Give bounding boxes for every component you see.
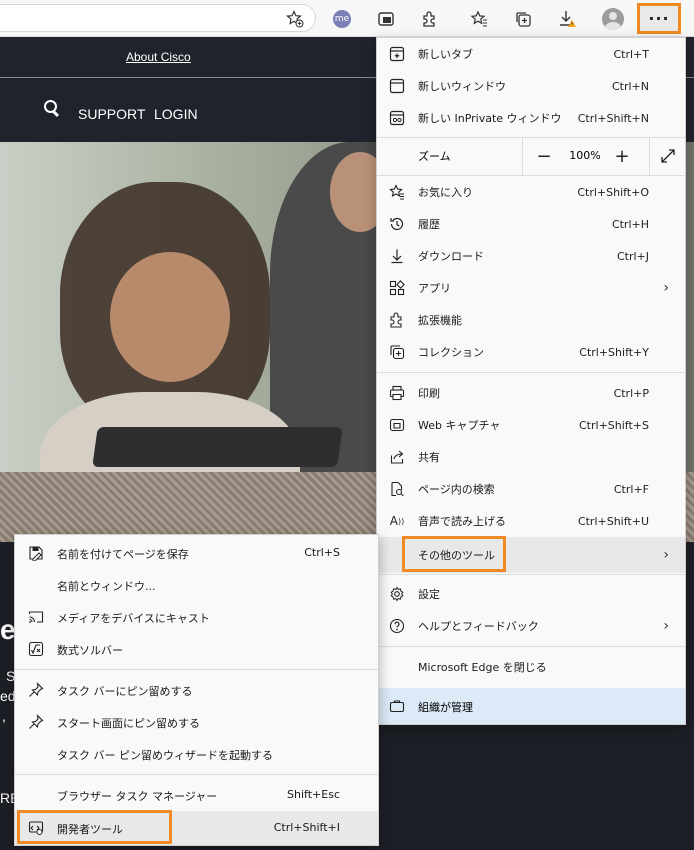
menu-item-share[interactable]: 共有 bbox=[377, 441, 685, 473]
extensions-icon bbox=[388, 311, 406, 329]
extensions-icon[interactable] bbox=[417, 6, 443, 32]
fullscreen-icon bbox=[661, 149, 675, 163]
new-window-icon bbox=[388, 77, 406, 95]
zoom-level: 100% bbox=[569, 149, 601, 162]
developer-tools-highlight bbox=[17, 810, 172, 844]
me-badge: me bbox=[333, 10, 351, 28]
pin-icon bbox=[27, 681, 45, 699]
apps-icon bbox=[388, 279, 406, 297]
chevron-right-icon: › bbox=[663, 280, 669, 296]
settings-and-more-menu: 新しいタブ Ctrl+T 新しいウィンドウ Ctrl+N 新しい InPriva… bbox=[376, 37, 686, 725]
math-solver-icon bbox=[27, 640, 45, 658]
me-extension-icon[interactable]: me bbox=[329, 6, 355, 32]
submenu-divider bbox=[15, 774, 378, 775]
search-icon[interactable] bbox=[44, 100, 60, 116]
menu-item-help-feedback[interactable]: ヘルプとフィードバック › bbox=[377, 610, 685, 642]
menu-item-downloads[interactable]: ダウンロード Ctrl+J bbox=[377, 240, 685, 272]
menu-item-extensions[interactable]: 拡張機能 bbox=[377, 304, 685, 336]
cast-icon bbox=[27, 608, 45, 626]
chevron-right-icon: › bbox=[663, 547, 669, 563]
more-tools-submenu: 名前を付けてページを保存 Ctrl+S 名前とウィンドウ... メディアをデバイ… bbox=[14, 534, 379, 846]
download-icon bbox=[388, 247, 406, 265]
menu-item-web-capture[interactable]: Web キャプチャ Ctrl+Shift+S bbox=[377, 409, 685, 441]
more-tools-highlight bbox=[402, 536, 506, 572]
menu-item-settings[interactable]: 設定 bbox=[377, 578, 685, 610]
hero-text-fragment: , bbox=[2, 708, 6, 724]
menu-item-print[interactable]: 印刷 Ctrl+P bbox=[377, 377, 685, 409]
submenu-item-save-page[interactable]: 名前を付けてページを保存 Ctrl+S bbox=[15, 537, 378, 569]
about-cisco-link[interactable]: About Cisco bbox=[126, 50, 191, 64]
favorites-icon bbox=[388, 183, 406, 201]
managed-by-org-item[interactable]: 組織が管理 bbox=[377, 688, 685, 724]
share-icon bbox=[388, 448, 406, 466]
menu-item-close-edge[interactable]: Microsoft Edge を閉じる bbox=[377, 651, 685, 683]
submenu-item-task-manager[interactable]: ブラウザー タスク マネージャー Shift+Esc bbox=[15, 779, 378, 811]
submenu-item-pin-wizard[interactable]: タスク バー ピン留めウィザードを起動する bbox=[15, 738, 378, 770]
web-capture-icon bbox=[388, 416, 406, 434]
collections-icon bbox=[388, 343, 406, 361]
print-icon bbox=[388, 384, 406, 402]
fullscreen-button[interactable] bbox=[649, 137, 686, 175]
menu-item-read-aloud[interactable]: A)) 音声で読み上げる Ctrl+Shift+U bbox=[377, 505, 685, 537]
zoom-label: ズーム bbox=[418, 150, 451, 163]
settings-and-more-button[interactable]: ··· bbox=[637, 3, 681, 34]
menu-item-apps[interactable]: アプリ › bbox=[377, 272, 685, 304]
browser-toolbar: me ··· bbox=[0, 0, 694, 37]
collections-icon[interactable] bbox=[510, 6, 536, 32]
favorites-icon[interactable] bbox=[466, 6, 492, 32]
support-link[interactable]: SUPPORT bbox=[78, 106, 145, 122]
zoom-out-button[interactable]: − bbox=[531, 143, 557, 169]
submenu-item-pin-start[interactable]: スタート画面にピン留めする bbox=[15, 706, 378, 738]
menu-item-new-inprivate[interactable]: 新しい InPrivate ウィンドウ Ctrl+Shift+N bbox=[377, 102, 685, 134]
submenu-divider bbox=[15, 669, 378, 670]
downloads-icon[interactable] bbox=[555, 6, 581, 32]
help-icon bbox=[388, 617, 406, 635]
menu-item-find-on-page[interactable]: ページ内の検索 Ctrl+F bbox=[377, 473, 685, 505]
inprivate-icon bbox=[388, 109, 406, 127]
menu-item-history[interactable]: 履歴 Ctrl+H bbox=[377, 208, 685, 240]
briefcase-icon bbox=[389, 698, 405, 714]
menu-item-favorites[interactable]: お気に入り Ctrl+Shift+O bbox=[377, 176, 685, 208]
settings-icon bbox=[388, 585, 406, 603]
address-bar[interactable] bbox=[0, 4, 316, 32]
favorite-add-icon[interactable] bbox=[282, 6, 308, 32]
new-tab-icon bbox=[388, 45, 406, 63]
menu-divider bbox=[377, 372, 685, 373]
submenu-item-cast-media[interactable]: メディアをデバイスにキャスト bbox=[15, 601, 378, 633]
pin-icon bbox=[27, 713, 45, 731]
menu-item-new-window[interactable]: 新しいウィンドウ Ctrl+N bbox=[377, 70, 685, 102]
submenu-item-math-solver[interactable]: 数式ソルバー bbox=[15, 633, 378, 665]
zoom-controls: − 100% + bbox=[522, 137, 685, 175]
profile-icon[interactable] bbox=[600, 6, 626, 32]
menu-item-collections[interactable]: コレクション Ctrl+Shift+Y bbox=[377, 336, 685, 368]
menu-item-new-tab[interactable]: 新しいタブ Ctrl+T bbox=[377, 38, 685, 70]
zoom-row: ズーム − 100% + bbox=[377, 137, 685, 175]
zoom-in-button[interactable]: + bbox=[609, 143, 635, 169]
web-capture-icon[interactable] bbox=[373, 6, 399, 32]
save-page-icon bbox=[27, 544, 45, 562]
chevron-right-icon: › bbox=[663, 618, 669, 634]
menu-divider bbox=[377, 574, 685, 575]
read-aloud-icon: A)) bbox=[389, 514, 405, 528]
submenu-item-pin-taskbar[interactable]: タスク バーにピン留めする bbox=[15, 674, 378, 706]
avatar bbox=[602, 8, 624, 30]
find-icon bbox=[388, 480, 406, 498]
submenu-item-name-window[interactable]: 名前とウィンドウ... bbox=[15, 569, 378, 601]
history-icon bbox=[388, 215, 406, 233]
menu-divider bbox=[377, 646, 685, 647]
login-link[interactable]: LOGIN bbox=[154, 106, 198, 122]
